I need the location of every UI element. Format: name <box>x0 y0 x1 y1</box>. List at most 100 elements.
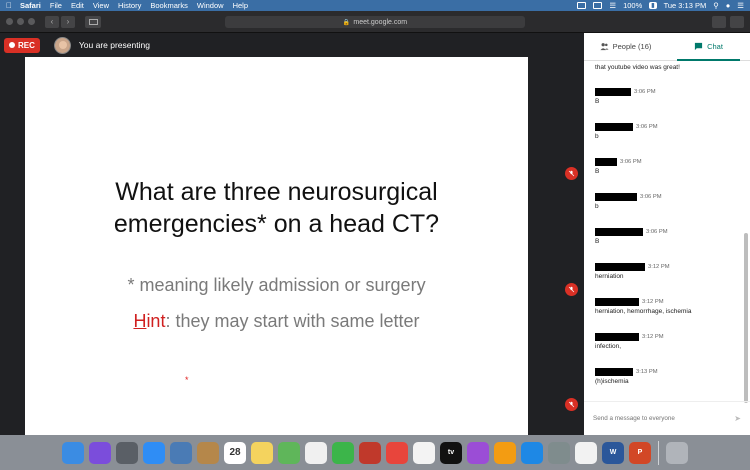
contacts-icon[interactable] <box>197 441 219 464</box>
chat-message-text: b <box>595 133 599 140</box>
chat-message-list[interactable]: that youtube video was great! 3:06 PM B … <box>584 61 750 401</box>
slide-hint-h: H <box>133 311 147 331</box>
chat-message: 3:06 PM B <box>595 157 735 175</box>
lock-icon: 🔒 <box>342 19 351 26</box>
zoom-window-button[interactable] <box>28 18 35 25</box>
share-button[interactable] <box>712 15 726 28</box>
siri-icon[interactable] <box>89 441 111 464</box>
chevron-right-icon: › <box>66 17 70 26</box>
tv-icon[interactable]: tv <box>440 441 462 464</box>
menu-help[interactable]: Help <box>233 1 248 10</box>
wifi-icon[interactable]: ☰ <box>609 1 616 10</box>
chat-message-text: B <box>595 98 600 105</box>
chat-message-time: 3:06 PM <box>640 193 662 200</box>
dock-separator <box>658 440 659 465</box>
tab-chat[interactable]: Chat <box>667 33 750 61</box>
word-icon[interactable]: W <box>602 441 624 464</box>
podcasts-icon[interactable] <box>467 441 489 464</box>
browser-toolbar: ‹ › 🔒 meet.google.com <box>0 11 750 33</box>
battery-percent[interactable]: 100% <box>623 1 642 10</box>
battery-icon[interactable]: ▮ <box>649 2 657 9</box>
presenting-status: You are presenting <box>78 40 150 50</box>
books-icon[interactable] <box>494 441 516 464</box>
safari-icon[interactable] <box>143 441 165 464</box>
chrome-icon[interactable] <box>575 441 597 464</box>
menu-view[interactable]: View <box>93 1 109 10</box>
launchpad-icon[interactable] <box>116 441 138 464</box>
forward-button[interactable]: › <box>61 15 75 28</box>
presentation-slide: What are three neurosurgical emergencies… <box>25 57 528 435</box>
send-icon[interactable]: ➤ <box>734 414 741 423</box>
control-icon[interactable] <box>593 2 603 9</box>
trash-icon[interactable] <box>666 441 688 464</box>
maps-icon[interactable] <box>278 441 300 464</box>
menu-edit[interactable]: Edit <box>71 1 84 10</box>
toolbar-right-buttons <box>712 15 744 28</box>
chevron-left-icon: ‹ <box>50 17 54 26</box>
calendar-icon[interactable]: 28 <box>224 441 246 464</box>
recording-badge: REC <box>4 37 40 53</box>
chat-message-time: 3:12 PM <box>648 263 670 270</box>
macos-dock: 28 tv W P <box>0 435 750 470</box>
chat-message-text: (h)ischemia <box>595 378 629 385</box>
meeting-header: REC You are presenting <box>0 33 584 57</box>
spotlight-icon[interactable]: ⚲ <box>713 1 719 10</box>
recording-label: REC <box>18 40 35 50</box>
slide-hint: Hint: they may start with same letter <box>25 311 528 332</box>
menu-bookmarks[interactable]: Bookmarks <box>150 1 188 10</box>
back-button[interactable]: ‹ <box>45 15 59 28</box>
news-icon[interactable] <box>386 441 408 464</box>
redacted-sender <box>595 122 633 131</box>
notification-center-icon[interactable]: ☰ <box>737 1 744 10</box>
chat-message: 3:13 PM (h)ischemia <box>595 367 735 385</box>
tabs-overview-button[interactable] <box>730 15 744 28</box>
chat-message-time: 3:12 PM <box>642 298 664 305</box>
chat-message-text: B <box>595 168 600 175</box>
redacted-sender <box>595 297 639 306</box>
music-icon[interactable] <box>413 441 435 464</box>
chat-message-time: 3:06 PM <box>636 123 658 130</box>
redacted-sender <box>595 262 645 271</box>
menu-clock[interactable]: Tue 3:13 PM <box>664 1 707 10</box>
menu-app-name[interactable]: Safari <box>20 1 41 10</box>
finder-icon[interactable] <box>62 441 84 464</box>
muted-mic-icon[interactable] <box>565 398 578 411</box>
chat-message: 3:12 PM herniation <box>595 262 735 280</box>
facetime-icon[interactable] <box>332 441 354 464</box>
photos-icon[interactable] <box>305 441 327 464</box>
menu-history[interactable]: History <box>118 1 141 10</box>
muted-mic-icon[interactable] <box>565 167 578 180</box>
system-preferences-icon[interactable] <box>548 441 570 464</box>
chat-message-text: b <box>595 203 599 210</box>
tab-chat-label: Chat <box>707 42 723 51</box>
slide-hint-rest: : they may start with same letter <box>165 311 420 331</box>
chat-composer: ➤ <box>584 401 750 435</box>
chat-message-text: infection, <box>595 343 622 350</box>
chat-message-text: herniation <box>595 273 624 280</box>
chat-message: 3:06 PM B <box>595 227 735 245</box>
sidebar-toggle-button[interactable] <box>85 15 101 28</box>
macos-menu-bar:  Safari File Edit View History Bookmark… <box>0 0 750 11</box>
address-text: meet.google.com <box>353 18 408 26</box>
chat-scrollbar[interactable] <box>744 233 748 403</box>
muted-mic-icon[interactable] <box>565 283 578 296</box>
user-avatar-icon[interactable]: ● <box>726 1 731 10</box>
tab-people-label: People (16) <box>612 42 652 51</box>
app-store-icon[interactable] <box>521 441 543 464</box>
tab-people[interactable]: People (16) <box>584 33 667 60</box>
apple-menu-icon[interactable]:  <box>6 1 12 10</box>
menu-window[interactable]: Window <box>197 1 224 10</box>
minimize-window-button[interactable] <box>17 18 24 25</box>
slide-question-line-2: emergencies* on a head CT? <box>113 210 440 238</box>
powerpoint-icon[interactable]: P <box>629 441 651 464</box>
menu-file[interactable]: File <box>50 1 62 10</box>
notes-icon[interactable] <box>251 441 273 464</box>
chat-message-time: 3:13 PM <box>636 368 658 375</box>
preview-icon[interactable] <box>170 441 192 464</box>
chat-message-input[interactable] <box>593 415 723 422</box>
redacted-sender <box>595 192 637 201</box>
photo-booth-icon[interactable] <box>359 441 381 464</box>
address-bar[interactable]: 🔒 meet.google.com <box>225 16 525 28</box>
close-window-button[interactable] <box>6 18 13 25</box>
screen-share-icon[interactable] <box>577 2 587 9</box>
